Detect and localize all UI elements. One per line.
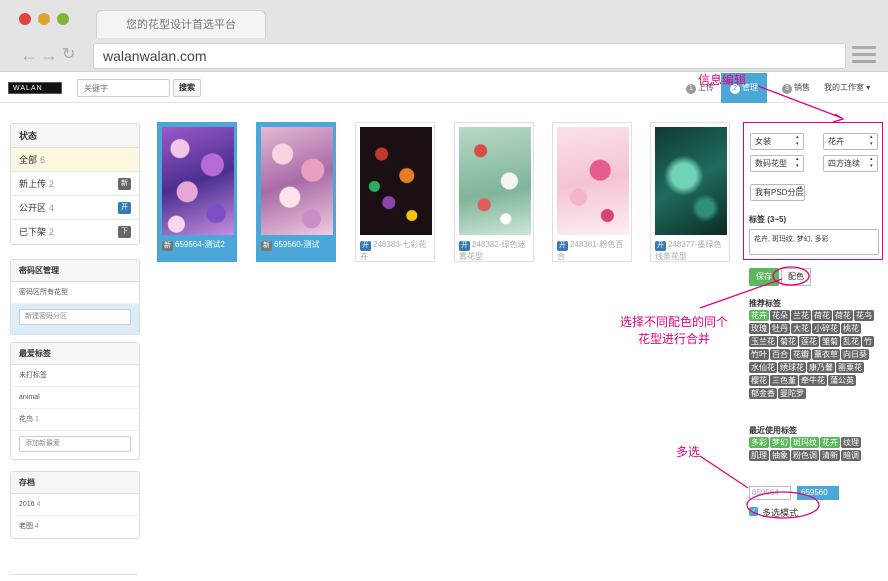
color-button-circle [772, 266, 810, 286]
arrow-color-merge [699, 278, 783, 309]
arrow-edit-info [757, 85, 843, 119]
annotation-arrows [699, 85, 845, 519]
multi-mode-circle [746, 491, 820, 519]
arrow-multi-select [699, 455, 749, 489]
